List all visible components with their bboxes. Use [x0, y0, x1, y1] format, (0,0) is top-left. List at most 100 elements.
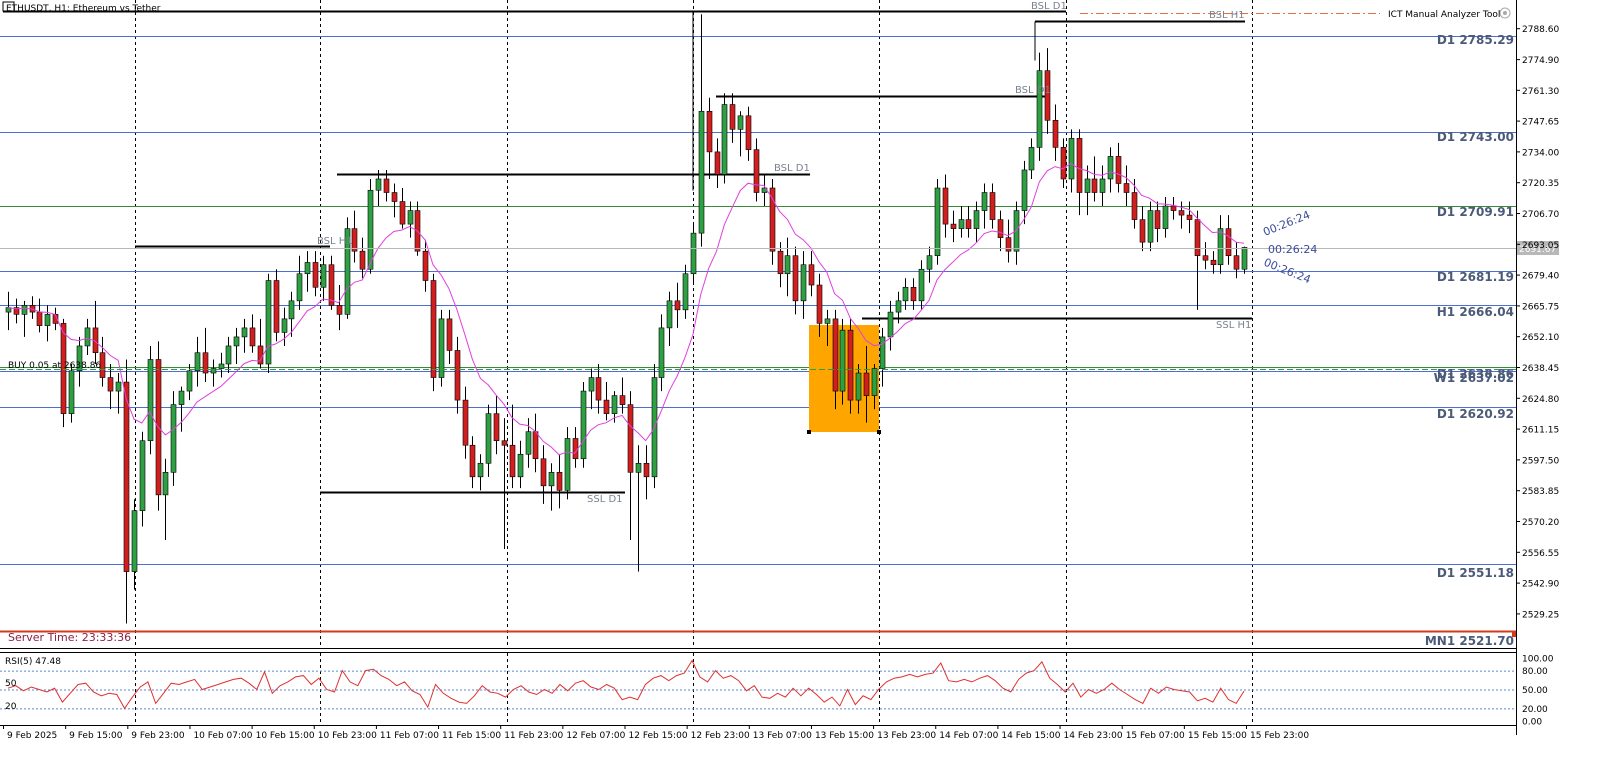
candle-body	[682, 273, 689, 311]
candle-body	[1005, 237, 1012, 252]
countdown-horizontal: 00:26:24	[1268, 243, 1317, 256]
liquidity-tag-3: BSL D1	[774, 163, 810, 174]
candle-body	[674, 300, 681, 311]
candle-body	[777, 250, 784, 275]
candle-body	[1099, 178, 1106, 193]
candle-body	[737, 115, 744, 130]
time-axis-label: 9 Feb 23:00	[131, 731, 185, 741]
price-axis-label: 2624.80	[1522, 395, 1559, 405]
price-axis-label: 2556.55	[1522, 549, 1559, 559]
candle-body	[186, 370, 193, 392]
candle-body	[784, 255, 791, 275]
candle-body	[312, 262, 319, 288]
candle-body	[1013, 210, 1020, 252]
candle-body	[839, 329, 846, 392]
tool-name: ICT Manual Analyzer Tool	[1388, 10, 1500, 20]
price-axis-label: 2706.70	[1522, 210, 1559, 220]
candle-body	[21, 305, 28, 315]
candle-body	[1076, 138, 1083, 193]
candle-body	[336, 305, 343, 315]
candle-body	[1139, 219, 1146, 243]
candle-body	[871, 368, 878, 396]
level-label-3: D1 2681.19	[1437, 270, 1514, 284]
price-axis-label: 2529.25	[1522, 610, 1559, 620]
candle-body	[926, 255, 933, 270]
candle-body	[170, 404, 177, 473]
candle-body	[714, 151, 721, 175]
candle-body	[580, 390, 587, 460]
candle-body	[643, 462, 650, 478]
liquidity-tag-2: BSL D1	[1015, 85, 1051, 96]
candle-body	[328, 264, 335, 306]
rsi-axis-label: 20.00	[1522, 705, 1548, 715]
rsi-left-label-20: 20	[5, 702, 17, 712]
candle-body	[509, 444, 516, 478]
candle-body	[233, 336, 240, 347]
candle-body	[265, 280, 272, 365]
zone-handle-right[interactable]	[877, 430, 881, 434]
chart-canvas[interactable]: 2691.67 BUY 0.05 at 2638.86 D1 2785.29D1…	[0, 0, 1616, 769]
candle-body	[1194, 219, 1201, 256]
candle-body	[430, 280, 437, 378]
candle-body	[816, 284, 823, 324]
price-axis-label: 2734.00	[1522, 148, 1559, 158]
candle-body	[517, 453, 524, 478]
time-axis-label: 12 Feb 23:00	[691, 731, 750, 741]
candle-body	[832, 318, 839, 392]
price-axis-label: 2611.15	[1522, 426, 1559, 436]
candle-body	[241, 327, 248, 338]
candle-body	[351, 228, 358, 252]
time-axis-label: 15 Feb 23:00	[1250, 731, 1309, 741]
candle-body	[847, 329, 854, 401]
candle-body	[792, 255, 799, 302]
candle-body	[981, 192, 988, 211]
candle-body	[706, 110, 713, 153]
time-axis-label: 14 Feb 07:00	[939, 731, 998, 741]
candle-body	[1131, 192, 1138, 220]
level-label-2: D1 2709.91	[1437, 205, 1514, 219]
candle-body	[1202, 255, 1209, 261]
candle-body	[1028, 147, 1035, 171]
server-time: Server Time: 23:33:36	[8, 631, 131, 644]
candle-body	[139, 440, 146, 511]
candle-body	[863, 372, 870, 396]
window-title: ETHUSDT, H1: Ethereum vs Tether	[6, 4, 161, 14]
price-axis-label: 2583.85	[1522, 487, 1559, 497]
chart-window[interactable]: 2691.67 BUY 0.05 at 2638.86 D1 2785.29 D1…	[0, 0, 1616, 769]
candle-body	[194, 352, 201, 372]
candle-body	[572, 438, 579, 460]
candle-body	[950, 223, 957, 229]
candle-body	[115, 381, 122, 392]
time-axis-label: 11 Feb 23:00	[504, 731, 563, 741]
time-axis-label: 9 Feb 2025	[7, 731, 57, 741]
chart-background	[0, 0, 1616, 769]
price-axis-label: 2638.45	[1522, 364, 1559, 374]
candle-body	[973, 210, 980, 229]
time-axis-label: 10 Feb 23:00	[318, 731, 377, 741]
candle-body	[273, 280, 280, 333]
candle-body	[548, 472, 555, 487]
candle-body	[1084, 178, 1091, 193]
candle-body	[1170, 205, 1177, 211]
candle-body	[477, 462, 484, 478]
level-label-9: MN1 2521.70	[1425, 634, 1514, 648]
candle-body	[493, 413, 500, 442]
price-axis-label: 2652.10	[1522, 333, 1559, 343]
liquidity-tag-0: BSL D1	[1031, 1, 1067, 12]
candle-body	[446, 318, 453, 351]
time-axis-label: 13 Feb 07:00	[753, 731, 812, 741]
candle-body	[225, 345, 232, 365]
candle-body	[1091, 178, 1098, 193]
candle-body	[1115, 156, 1122, 184]
price-axis-label: 2597.50	[1522, 456, 1559, 466]
liquidity-tag-5: SSL D1	[587, 494, 623, 505]
candle-body	[485, 413, 492, 464]
candle-body	[902, 286, 909, 302]
candle-body	[635, 462, 642, 473]
candle-body	[556, 472, 563, 491]
candle-body	[131, 510, 138, 572]
zone-handle-left[interactable]	[807, 430, 811, 434]
rsi-left-label-50: 50	[5, 679, 17, 689]
candle-body	[288, 300, 295, 320]
candle-body	[304, 262, 311, 275]
